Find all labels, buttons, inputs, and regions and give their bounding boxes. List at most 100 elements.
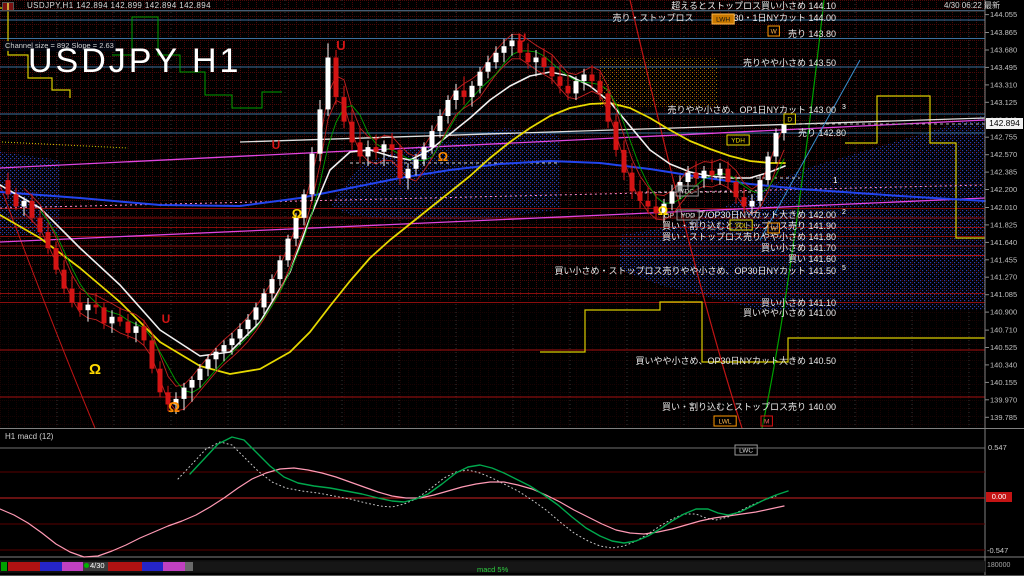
axis-price-label: 142.755 [990,133,1017,142]
axis-price-label: 144.055 [990,10,1017,19]
timeline-segment [185,562,193,571]
axis-price-label: 139.970 [990,395,1017,404]
axis-price-label: 140.155 [990,378,1017,387]
price-annotation[interactable]: 超えるとストップロス買い小さめ 144.10 [671,0,836,11]
price-chart-canvas[interactable]: 超えるとストップロス買い小さめ 144.10売り・ストップロス OP30・1日N… [0,0,1024,576]
ohlc-title: USDJPY,H1 142.894 142.899 142.894 142.89… [27,1,211,10]
chart-label-box-YDH[interactable]: YDH [726,134,750,146]
symbol-U: U [162,312,171,326]
axis-price-label: 143.125 [990,98,1017,107]
datetime-label: 4/30 06:22 最新 [944,1,1001,10]
axis-price-label: 141.085 [990,290,1017,299]
current-price-tag: 142.894 [986,118,1023,129]
axis-price-label: 143.495 [990,63,1017,72]
timeline-date-label[interactable]: 4/30 [84,562,105,570]
macd-indicator-label: H1 macd (12) [5,432,54,441]
symbol-Ω: Ω [658,203,668,218]
macd-axis-max: 0.547 [988,443,1007,452]
symbol-U: U [272,138,281,152]
timeline-date-text: 4/30 [90,561,105,570]
chart-label-box-W[interactable]: W [767,25,780,37]
chart-label-box-LWL[interactable]: LWL [713,415,737,427]
chart-label-box-LWC[interactable]: LWC [734,444,758,456]
price-annotation[interactable]: 買い小さめ 141.70 [761,243,836,253]
price-annotation[interactable]: 買い 141.60 [788,254,836,264]
axis-price-label: 140.900 [990,308,1017,317]
axis-price-label: 143.310 [990,80,1017,89]
svg-text:W: W [771,29,778,36]
axis-price-label: 141.825 [990,220,1017,229]
symbol-Ω: Ω [438,149,448,164]
axis-price-label: 141.270 [990,273,1017,282]
timeline-segment [62,562,83,571]
price-annotation[interactable]: 買いやや小さめ、OP30日NYカット大きめ 140.50 [635,355,836,366]
chart-label-box-D[interactable]: D [783,113,796,125]
svg-text:LWH: LWH [716,17,730,24]
symbol-Ω: Ω [168,399,180,416]
timeline-segment [108,562,142,571]
chart-tab-icon[interactable] [2,2,14,11]
axis-price-label: 142.570 [990,150,1017,159]
macd-axis-min: -0.547 [987,546,1009,555]
axis-price-label: 142.385 [990,168,1017,177]
date-marker-dot [84,563,89,568]
symbol-Ω: Ω [89,361,101,378]
chart-label-box-YDL[interactable]: YDL [729,219,753,231]
timeline-note-label: macd 5% [477,565,509,574]
timeline-segment [40,562,62,571]
symbol-U: U [518,31,527,45]
timeline-segment [8,562,40,571]
chart-label-box-M[interactable]: M [760,415,773,427]
axis-price-label: 140.525 [990,343,1017,352]
svg-text:LWL: LWL [719,419,732,426]
axis-price-label: 143.680 [990,46,1017,55]
red-grid-texture-low [0,300,985,428]
timeline-segment [163,562,185,571]
chart-label-box-YDC[interactable]: YDC [675,185,699,197]
svg-text:W: W [771,226,778,233]
price-axis[interactable]: 144.055 143.865 143.680 143.495 143.310 143.1… [984,0,1024,576]
orange-zone [600,58,718,108]
timeline-segment [1,562,7,571]
price-annotation[interactable]: 買いやや小さめ 141.00 [743,308,836,318]
axis-price-label: 142.010 [990,203,1017,212]
axis-price-label: 139.785 [990,413,1017,422]
price-annotation[interactable]: 売りやや小さめ、OP1日NYカット 143.00 [667,104,836,115]
superscript-mark: 5 [842,265,846,272]
axis-price-label: 140.340 [990,360,1017,369]
axis-price-label: 142.200 [990,185,1017,194]
svg-text:M: M [764,419,769,426]
price-annotation[interactable]: トップ/OP30日NYカット大きめ 142.00 [678,209,836,220]
axis-price-label: 143.865 [990,28,1017,37]
svg-text:LWC: LWC [739,448,753,455]
svg-text:YDO: YDO [681,213,695,220]
timeline-segment [193,562,985,571]
superscript-mark: 3 [842,104,846,111]
chart-label-box-LWH[interactable]: LWH [711,13,735,25]
mt4-chart-window: 超えるとストップロス買い小さめ 144.10 売り・ストップロス OP30・1日N… [0,0,1024,576]
price-annotation[interactable]: 買い・ストップロス売りやや小さめ 141.80 [662,231,836,242]
symbol-U: U [336,38,345,53]
svg-text:D: D [787,117,792,124]
chart-mark: 1 [833,176,838,185]
chart-label-box-W[interactable]: W [767,222,780,234]
timeline-segment [142,562,163,571]
macd-axis-zero-tag: 0.00 [986,492,1012,502]
price-annotation[interactable]: 買い・割り込むとストップロス売り 140.00 [662,401,836,412]
price-annotation[interactable]: 売り 142.80 [798,127,846,138]
svg-text:YDC: YDC [680,189,694,196]
axis-price-label: 140.710 [990,326,1017,335]
price-annotation[interactable]: 売りやや小さめ 143.50 [743,57,836,68]
svg-text:YDL: YDL [735,223,748,230]
chart-label-box-YDO[interactable]: YDO [676,209,700,221]
axis-price-label: 141.455 [990,255,1017,264]
price-annotation[interactable]: 買い小さめ 141.10 [761,298,836,308]
volume-scale-label: 180000 [987,562,1011,569]
price-annotation[interactable]: 買い小さめ・ストップロス売りやや小さめ、OP30日NYカット 141.50 [554,265,836,276]
superscript-mark: 2 [842,209,846,216]
svg-text:YDH: YDH [731,138,745,145]
axis-price-label: 141.640 [990,238,1017,247]
symbol-Ω: Ω [292,206,302,221]
price-annotation[interactable]: 売り 143.80 [788,28,836,39]
symbol-watermark: USDJPY H1 [28,42,242,80]
